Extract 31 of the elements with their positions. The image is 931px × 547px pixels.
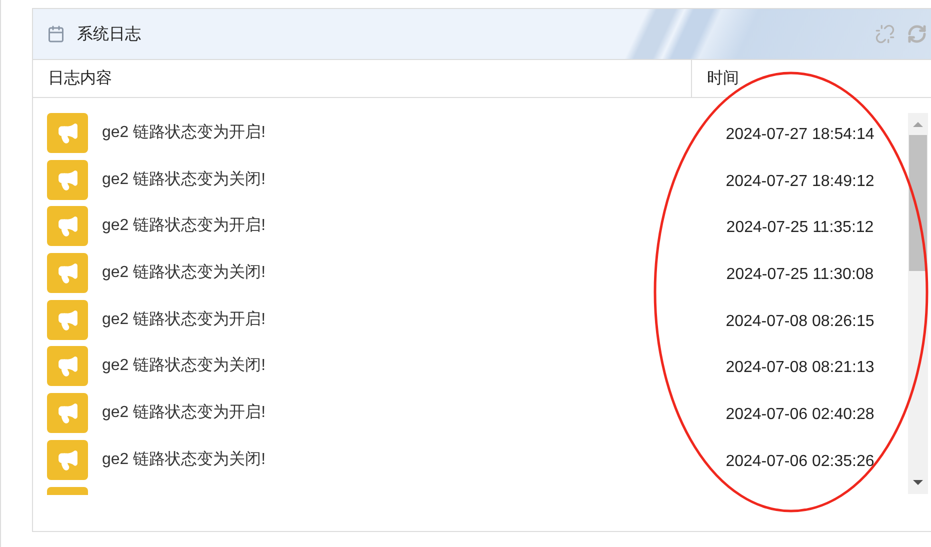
log-message: ge2 链路状态变为开启!: [102, 216, 266, 236]
log-time: 2024-07-06 02:35:26: [726, 452, 874, 472]
log-message: ge2 链路状态变为关闭!: [102, 262, 266, 284]
scrollbar[interactable]: [908, 113, 928, 494]
megaphone-icon: [47, 393, 88, 434]
refresh-icon[interactable]: [907, 24, 927, 44]
calendar-icon: [47, 25, 65, 43]
log-time: 2024-07-25 11:30:08: [726, 266, 874, 286]
megaphone-icon: [47, 300, 88, 340]
log-message: ge2 链路状态变为关闭!: [102, 450, 266, 470]
log-time: 2024-07-08 08:26:15: [726, 312, 874, 332]
megaphone-icon: [47, 113, 88, 153]
megaphone-icon: [47, 346, 88, 386]
log-time: 2024-07-06 02:40:28: [726, 406, 874, 426]
column-header: 日志内容: [33, 60, 692, 97]
log-time: 2024-07-08 08:21:13: [726, 359, 874, 378]
log-message: ge2 链路状态变为关闭!: [102, 356, 266, 376]
unlink-icon[interactable]: [875, 24, 895, 44]
log-message: ge2 链路状态变为开启!: [102, 310, 266, 330]
megaphone-icon: [47, 160, 88, 200]
log-message: ge2 链路状态变为开启!: [102, 122, 266, 143]
megaphone-icon: [47, 440, 88, 480]
log-time: 2024-07-25 11:35:12: [726, 219, 874, 238]
log-message: ge2 链路状态变为开启!: [102, 402, 266, 424]
log-time: 2024-07-27 18:49:12: [726, 172, 874, 192]
log-message: ge2 链路状态变为关闭!: [102, 170, 266, 190]
megaphone-icon: [47, 253, 88, 294]
log-time: 2024-07-27 18:54:14: [726, 126, 874, 145]
megaphone-icon: [47, 206, 88, 246]
column-header: 时间: [706, 68, 740, 89]
panel-title: 系统日志: [77, 24, 142, 44]
